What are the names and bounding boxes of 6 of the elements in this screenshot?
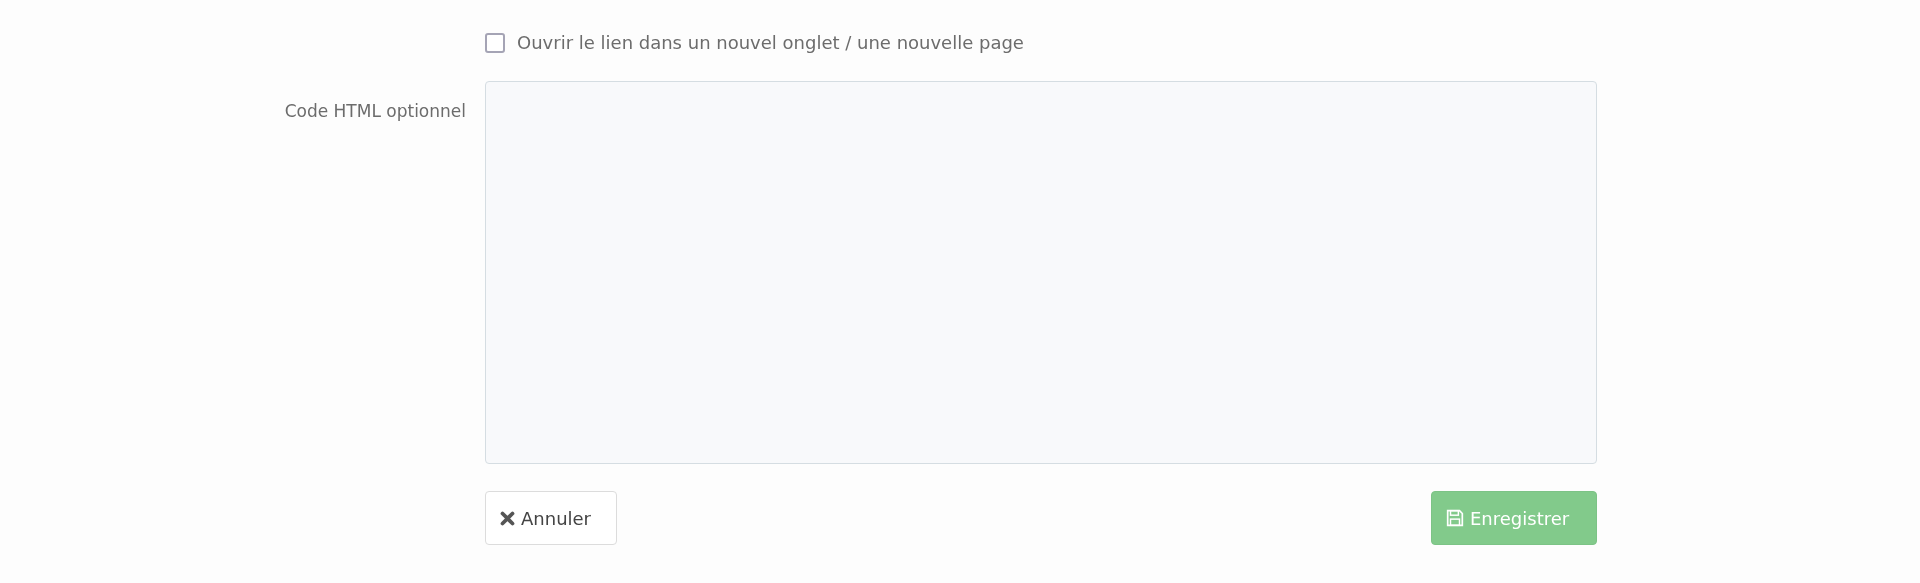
html-code-field[interactable] — [485, 81, 1597, 464]
field-label: Code HTML optionnel — [283, 100, 466, 123]
checkbox-label: Ouvrir le lien dans un nouvel onglet / une nouvelle page — [517, 32, 1024, 53]
cancel-button[interactable]: Annuler — [485, 491, 617, 545]
close-icon — [500, 510, 515, 526]
checkbox[interactable] — [485, 32, 505, 53]
